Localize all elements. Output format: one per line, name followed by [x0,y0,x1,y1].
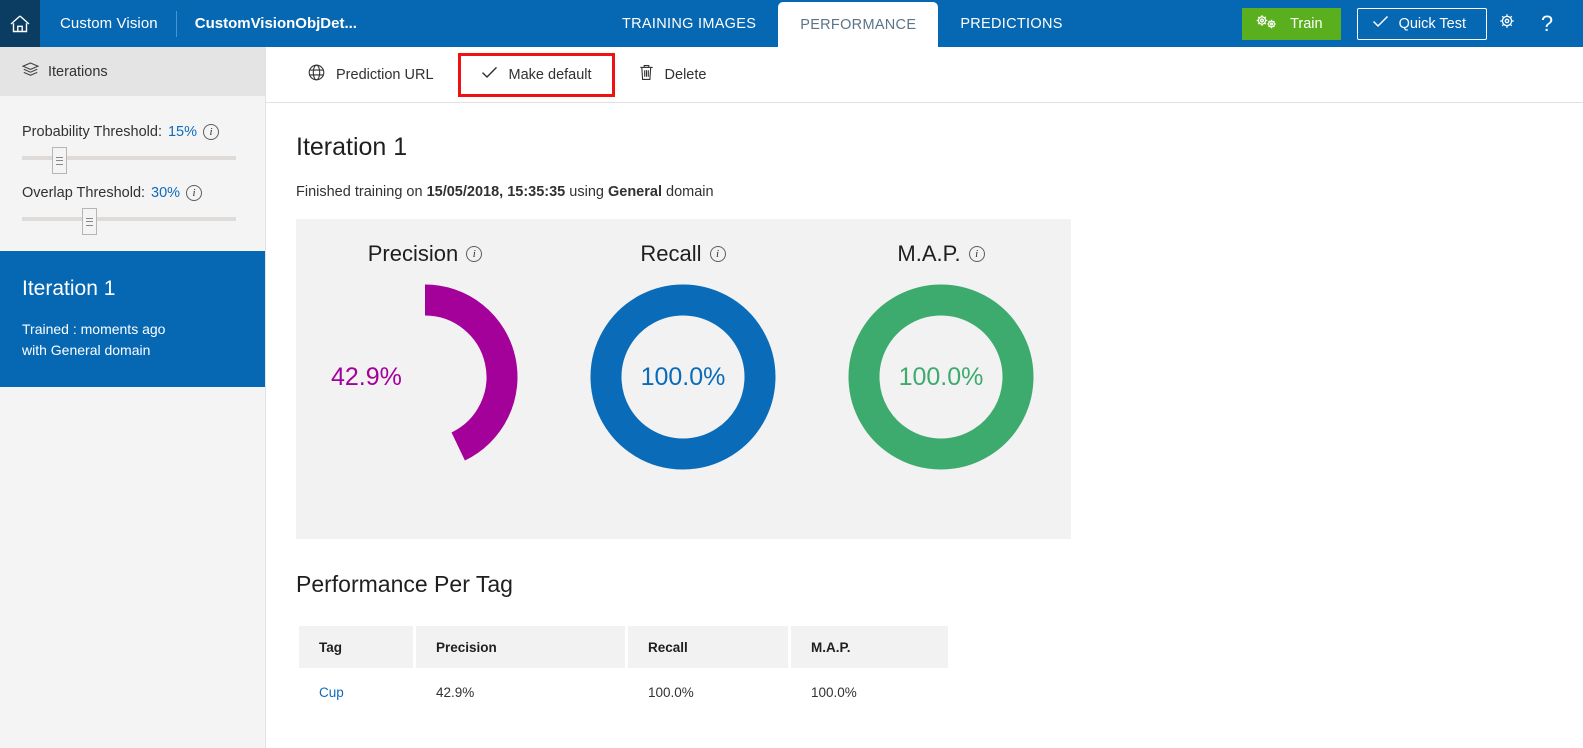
overlap-threshold-text: Overlap Threshold: [22,185,145,201]
help-button[interactable]: ? [1527,4,1567,44]
prediction-url-label: Prediction URL [336,67,434,83]
prediction-url-button[interactable]: Prediction URL [290,55,452,95]
metric-precision-value: 42.9% [325,277,525,477]
make-default-button[interactable]: Make default [458,53,615,97]
sidebar-item-iteration-1[interactable]: Iteration 1 Trained : moments ago with G… [0,251,265,387]
info-icon-probability[interactable]: i [203,124,219,140]
table-row: Cup 42.9% 100.0% 100.0% [299,668,948,717]
tab-predictions[interactable]: PREDICTIONS [938,0,1084,47]
cell-recall: 100.0% [628,668,788,717]
metric-map-value: 100.0% [841,277,1041,477]
table-header-row: Tag Precision Recall M.A.P. [299,626,948,668]
brand-area: Custom Vision CustomVisionObjDet... [40,0,357,47]
tag-link-cup[interactable]: Cup [319,685,344,700]
globe-icon [308,64,325,85]
layers-icon [22,62,39,82]
header-actions: Train Quick Test ? [1242,0,1583,47]
metric-map: M.A.P. i 100.0% [812,219,1070,539]
train-button[interactable]: Train [1242,8,1341,40]
checkmark-icon [1372,15,1389,32]
info-icon-map[interactable]: i [969,246,985,262]
metric-precision-title: Precision i [296,219,554,267]
cell-map: 100.0% [791,668,948,717]
finished-datetime: 15/05/2018, 15:35:35 [427,184,566,200]
column-header-recall[interactable]: Recall [628,626,788,668]
finished-domain: General [608,184,662,200]
metrics-summary-card: Precision i 42.9% Recall i [296,219,1071,539]
iteration-card-subtitle: Trained : moments ago with General domai… [22,319,243,361]
settings-button[interactable] [1487,4,1527,44]
make-default-label: Make default [509,67,592,83]
brand-divider [176,11,177,37]
brand-label[interactable]: Custom Vision [60,15,158,32]
question-mark-icon: ? [1541,11,1553,37]
cell-tag: Cup [299,668,413,717]
performance-per-tag-title: Performance Per Tag [296,571,1583,598]
metric-precision: Precision i 42.9% [296,219,554,539]
overlap-slider-thumb[interactable] [82,208,97,235]
donut-precision: 42.9% [325,277,525,477]
overlap-slider-track [22,217,236,221]
donut-map: 100.0% [841,277,1041,477]
home-button[interactable] [0,0,40,47]
performance-panel: Iteration 1 Finished training on 15/05/2… [266,103,1583,717]
performance-per-tag-table: Tag Precision Recall M.A.P. Cup 42.9% 10… [296,626,951,717]
tab-performance[interactable]: PERFORMANCE [778,2,938,47]
gears-icon [1254,13,1280,35]
metric-recall-title: Recall i [554,219,812,267]
finished-prefix: Finished training on [296,184,427,200]
probability-threshold-value: 15% [168,124,197,140]
metric-map-label: M.A.P. [897,241,960,267]
probability-threshold-label: Probability Threshold: 15% i [22,124,243,140]
finished-training-line: Finished training on 15/05/2018, 15:35:3… [296,184,1583,200]
quick-test-button[interactable]: Quick Test [1357,8,1487,40]
project-name-label[interactable]: CustomVisionObjDet... [195,15,357,32]
main-tabs: TRAINING IMAGES PERFORMANCE PREDICTIONS [600,0,1085,47]
top-header-bar: Custom Vision CustomVisionObjDet... TRAI… [0,0,1583,47]
trash-icon [639,64,654,85]
metric-recall-value: 100.0% [583,277,783,477]
finished-suffix: domain [662,184,714,200]
train-button-label: Train [1290,16,1323,32]
delete-label: Delete [665,67,707,83]
iteration-trained-line: Trained : moments ago [22,319,243,340]
left-sidebar: Iterations Probability Threshold: 15% i … [0,47,266,748]
metric-precision-label: Precision [368,241,458,267]
overlap-threshold-slider[interactable] [22,208,243,234]
overlap-threshold-label: Overlap Threshold: 30% i [22,185,243,201]
checkmark-icon [481,66,498,83]
main-content: Prediction URL Make default Delete [266,47,1583,748]
delete-button[interactable]: Delete [621,55,725,95]
iteration-toolbar: Prediction URL Make default Delete [266,47,1583,103]
metric-recall-label: Recall [640,241,701,267]
column-header-precision[interactable]: Precision [416,626,625,668]
metric-map-title: M.A.P. i [812,219,1070,267]
sidebar-header: Iterations [0,47,265,96]
finished-middle: using [565,184,608,200]
metric-recall: Recall i 100.0% [554,219,812,539]
probability-threshold-slider[interactable] [22,147,243,173]
gear-icon [1496,10,1518,37]
column-header-tag[interactable]: Tag [299,626,413,668]
info-icon-overlap[interactable]: i [186,185,202,201]
sidebar-header-label: Iterations [48,64,108,80]
column-header-map[interactable]: M.A.P. [791,626,948,668]
tab-training-images[interactable]: TRAINING IMAGES [600,0,778,47]
quick-test-label: Quick Test [1399,16,1466,32]
cell-precision: 42.9% [416,668,625,717]
page-title: Iteration 1 [296,133,1583,162]
threshold-controls: Probability Threshold: 15% i Overlap Thr… [0,96,265,234]
info-icon-recall[interactable]: i [710,246,726,262]
probability-threshold-text: Probability Threshold: [22,124,162,140]
iteration-card-title: Iteration 1 [22,277,243,301]
home-icon [9,14,31,34]
info-icon-precision[interactable]: i [466,246,482,262]
iteration-domain-line: with General domain [22,340,243,361]
probability-slider-thumb[interactable] [52,147,67,174]
donut-recall: 100.0% [583,277,783,477]
overlap-threshold-value: 30% [151,185,180,201]
